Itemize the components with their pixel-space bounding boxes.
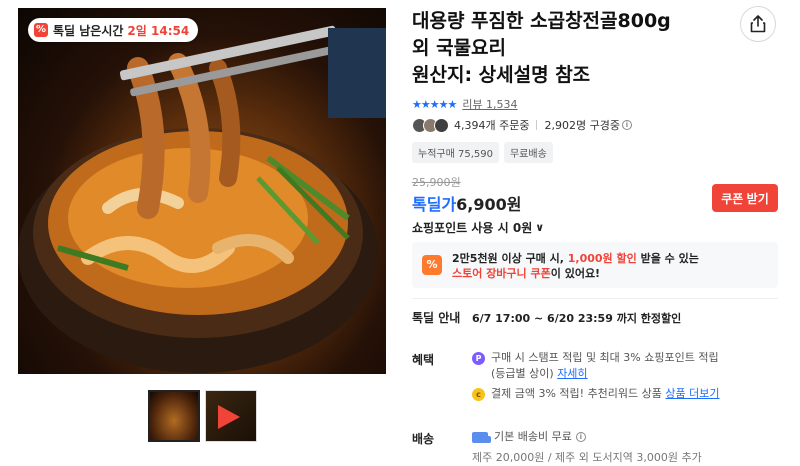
product-title: 대용량 푸짐한 소곱창전골800g 외 국물요리 원산지: 상세설명 참조	[412, 10, 671, 86]
thumbnail-image[interactable]	[148, 390, 200, 442]
deal-price: 6,900원	[456, 195, 522, 214]
info-icon[interactable]: i	[621, 120, 632, 130]
hotpot-illustration	[18, 25, 386, 373]
viewer-count: 2,902명 구경중	[544, 119, 620, 132]
tag-list: 누적구매 75,590 무료배송	[412, 142, 553, 163]
points-label: 쇼핑포인트 사용 시 0원	[412, 221, 533, 235]
more-products-link[interactable]: 상품 더보기	[665, 386, 719, 402]
benefit-details-link[interactable]: 자세히	[557, 367, 587, 380]
deal-price-row: 톡딜가6,900원	[412, 191, 522, 215]
promo-line1-a: 2만5천원 이상 구매 시,	[452, 252, 568, 265]
benefit-points-line2: (등급별 상이)	[491, 367, 558, 380]
benefit-points: P 구매 시 스탬프 적립 및 최대 3% 쇼핑포인트 적립 (등급별 상이) …	[472, 350, 719, 382]
deal-price-label: 톡딜가	[412, 195, 457, 214]
deal-timer: 2일 14:54	[127, 23, 190, 38]
shipping-extra-fee: 제주 20,000원 / 제주 외 도서지역 3,000원 추가	[472, 451, 702, 464]
promo-line1-b: 받을 수 있는	[636, 252, 699, 265]
get-coupon-button[interactable]: 쿠폰 받기	[712, 184, 778, 212]
deal-info-label: 톡딜 안내	[412, 311, 461, 325]
shopping-points-dropdown[interactable]: 쇼핑포인트 사용 시 0원 ∨	[412, 219, 544, 236]
avatar	[434, 117, 449, 133]
rating-row: ★★★★★ 리뷰 1,534	[412, 96, 518, 112]
tag-free-shipping: 무료배송	[503, 142, 553, 163]
review-link[interactable]: 리뷰 1,534	[462, 96, 517, 112]
store-coupon-banner[interactable]: % 2만5천원 이상 구매 시, 1,000원 할인 받을 수 있는 스토어 장…	[412, 242, 778, 288]
share-button[interactable]	[740, 6, 776, 42]
share-icon	[750, 15, 766, 33]
play-icon	[218, 405, 240, 429]
section-divider	[412, 298, 778, 299]
product-main-image[interactable]: % 톡딜 남은시간 2일 14:54	[18, 8, 386, 374]
promo-line2-b: 이 있어요!	[550, 267, 601, 280]
deal-badge-label: 톡딜 남은시간	[53, 23, 124, 38]
chevron-down-icon: ∨	[535, 221, 545, 234]
benefit-reward: c 결제 금액 3% 적립! 추천리워드 상품 상품 더보기	[472, 386, 720, 402]
buyer-avatars	[412, 117, 449, 133]
truck-icon	[472, 432, 491, 443]
coupon-percent-icon: %	[422, 255, 442, 275]
divider	[536, 120, 538, 130]
star-rating-icon: ★★★★★	[412, 97, 457, 111]
percent-icon: %	[34, 23, 48, 37]
info-icon[interactable]: i	[575, 432, 586, 442]
shipping-main: 기본 배송비 무료	[494, 430, 572, 443]
tag-cumulative-purchase: 누적구매 75,590	[412, 142, 499, 163]
deal-timer-badge: % 톡딜 남은시간 2일 14:54	[28, 18, 199, 42]
deal-period: 6/7 17:00 ~ 6/20 23:59 까지 한정할인	[472, 312, 682, 325]
benefits-label: 혜택	[412, 353, 435, 367]
promo-text: 2만5천원 이상 구매 시, 1,000원 할인 받을 수 있는 스토어 장바구…	[452, 251, 699, 281]
thumbnail-video[interactable]	[205, 390, 257, 442]
buyers-row: 4,394개 주문중 2,902명 구경중 i	[412, 117, 632, 133]
thumbnail-list	[148, 390, 257, 442]
shipping-info: 기본 배송비 무료 i	[472, 429, 586, 445]
shipping-label: 배송	[412, 432, 435, 446]
promo-line1-highlight: 1,000원 할인	[567, 252, 637, 265]
benefit-reward-text: 결제 금액 3% 적립! 추천리워드 상품	[491, 387, 662, 400]
original-price: 25,900원	[412, 176, 461, 189]
benefit-points-line1: 구매 시 스탬프 적립 및 최대 3% 쇼핑포인트 적립	[491, 351, 719, 364]
coin-icon: c	[472, 388, 485, 401]
promo-line2-highlight: 스토어 장바구니 쿠폰	[452, 267, 551, 280]
points-icon: P	[472, 352, 485, 365]
order-count: 4,394개 주문중	[454, 119, 530, 132]
